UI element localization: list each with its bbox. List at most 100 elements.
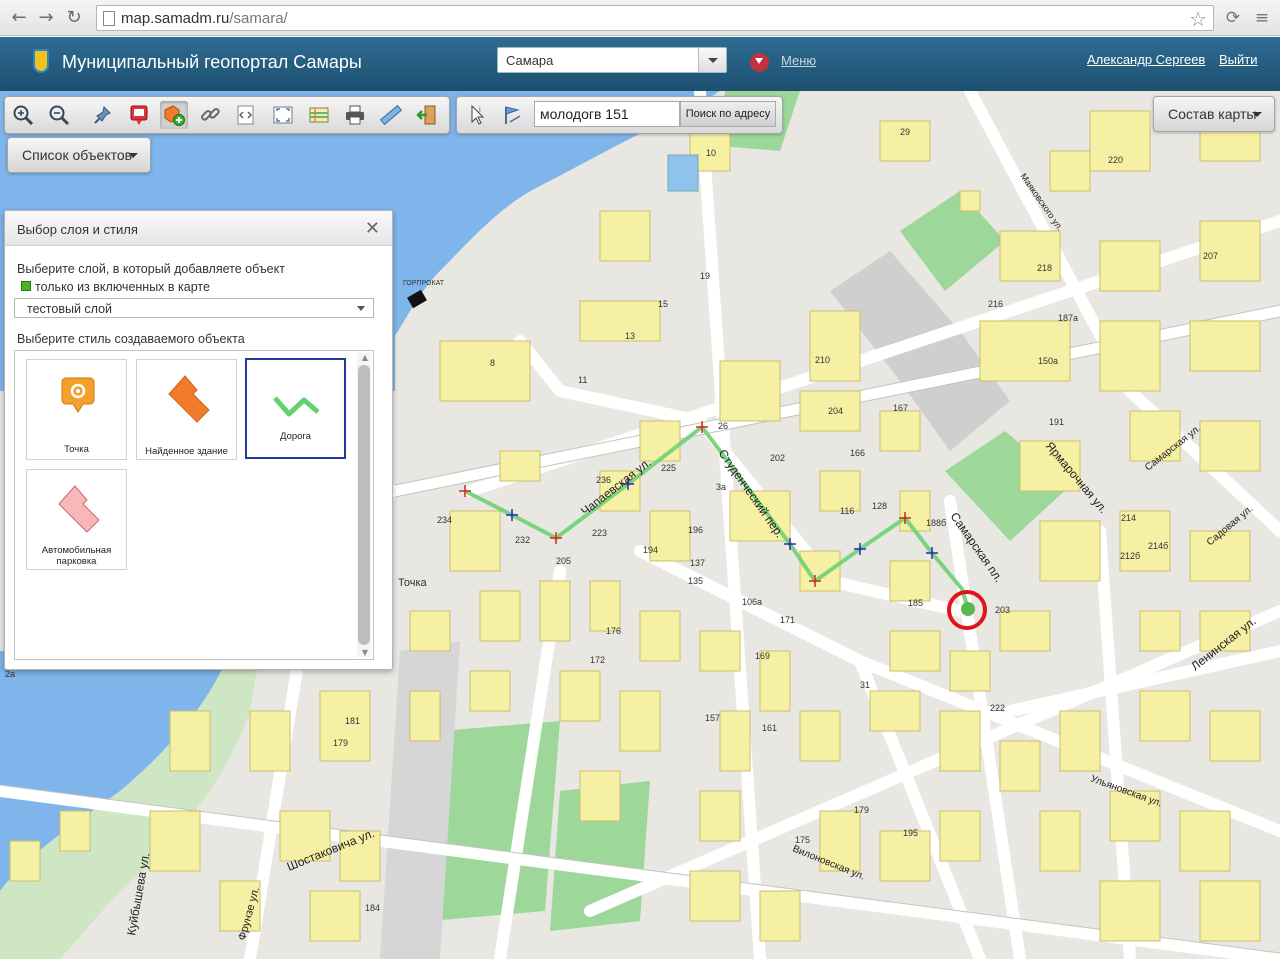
house-number: 150а (1038, 356, 1058, 366)
select-cursor-icon[interactable]: i (463, 101, 491, 129)
house-number: 11 (578, 375, 587, 385)
style-card-point[interactable]: Точка (26, 359, 127, 460)
house-number: 236 (596, 475, 611, 485)
logout-link[interactable]: Выйти (1219, 52, 1258, 67)
house-number: 106а (742, 597, 762, 607)
page-icon (103, 11, 115, 26)
house-number: 218 (1037, 263, 1052, 273)
house-number: 214 (1121, 513, 1136, 523)
point-marker-icon (61, 377, 95, 413)
house-number: 2а (5, 669, 15, 679)
map-content-button[interactable]: Состав карты (1153, 96, 1275, 132)
house-number: 204 (828, 406, 843, 416)
house-number: 175 (795, 835, 810, 845)
house-number: 207 (1203, 251, 1218, 261)
city-select[interactable]: Самара (497, 47, 727, 73)
house-number: 214б (1148, 541, 1168, 551)
map-marker-red-icon[interactable] (125, 101, 153, 129)
house-number: 205 (556, 556, 571, 566)
menu-chevron-icon[interactable] (750, 53, 769, 72)
house-number: 171 (780, 615, 795, 625)
zoom-in-icon[interactable] (9, 101, 37, 129)
caret-down-icon (1252, 112, 1262, 117)
house-number: 202 (770, 453, 785, 463)
map-tools-toolbar (4, 96, 450, 134)
only-enabled-label: только из включенных в карте (35, 280, 210, 294)
house-number: 172 (590, 655, 605, 665)
zoom-out-icon[interactable] (45, 101, 73, 129)
printer-icon[interactable] (341, 101, 369, 129)
only-enabled-checkbox[interactable] (21, 281, 31, 291)
house-number: 13 (625, 331, 635, 341)
house-number: 128 (872, 501, 887, 511)
style-label: Автомобильная парковка (41, 545, 112, 567)
style-card-found-building[interactable]: Найденное здание (136, 359, 237, 460)
scrollbar-thumb[interactable] (358, 365, 370, 645)
house-number: 8 (490, 358, 495, 368)
app-title: Муниципальный геопортал Самары (62, 52, 362, 72)
house-number: 169 (755, 651, 770, 661)
city-select-value: Самара (506, 53, 554, 68)
url-host: map.samadm.ru (121, 10, 230, 27)
url-path: /samara/ (229, 10, 288, 27)
house-number: 212б (1120, 551, 1140, 561)
pin-icon[interactable] (89, 101, 117, 129)
house-number: 135 (688, 576, 703, 586)
forward-arrow-icon[interactable]: → (35, 7, 57, 29)
house-number: 176 (606, 626, 621, 636)
reload-icon[interactable]: ↻ (63, 7, 85, 29)
style-card-parking[interactable]: Автомобильная парковка (26, 469, 127, 570)
embed-code-icon[interactable] (232, 101, 260, 129)
add-object-icon[interactable] (160, 101, 188, 129)
house-number: 166 (850, 448, 865, 458)
house-number: 167 (893, 403, 908, 413)
ruler-icon[interactable] (377, 101, 405, 129)
back-arrow-icon[interactable]: ← (8, 7, 30, 29)
house-number: 191 (1049, 417, 1064, 427)
address-search-input[interactable] (534, 101, 680, 127)
menu-link[interactable]: Меню (781, 53, 816, 68)
extension-icon[interactable]: ⟳ (1222, 7, 1244, 29)
fullscreen-icon[interactable] (269, 101, 297, 129)
map-layers-icon[interactable] (305, 101, 333, 129)
house-number: 31 (860, 680, 870, 690)
house-number: 137 (690, 558, 705, 568)
style-label: Найденное здание (145, 446, 228, 457)
browser-menu-icon[interactable]: ≡ (1251, 7, 1273, 29)
house-number: 116 (840, 506, 854, 516)
road-line-icon (273, 396, 320, 417)
scroll-down-icon[interactable]: ▼ (362, 648, 368, 657)
house-number: 223 (592, 528, 607, 538)
bookmark-star-icon[interactable]: ☆ (1189, 7, 1207, 31)
house-number: 187а (1058, 313, 1078, 323)
house-number: 216 (988, 299, 1003, 309)
address-bar[interactable]: map.samadm.ru/samara/ ☆ (96, 5, 1214, 31)
house-number: 220 (1108, 155, 1123, 165)
exit-door-icon[interactable] (413, 101, 441, 129)
object-list-button[interactable]: Список объектов (7, 137, 151, 173)
route-flag-icon[interactable] (499, 101, 527, 129)
tochka-map-label: Точка (398, 577, 428, 589)
scroll-up-icon[interactable]: ▲ (362, 353, 368, 362)
house-number: 195 (903, 828, 918, 838)
house-number: 194 (643, 545, 658, 555)
chevron-down-icon[interactable] (698, 48, 726, 72)
link-icon[interactable] (196, 101, 224, 129)
map-content-label: Состав карты (1168, 106, 1257, 122)
gorprokat-label: ГОРПРОКАТ (403, 280, 445, 287)
caret-down-icon (128, 153, 138, 158)
house-number: 19 (700, 271, 710, 281)
address-search-button[interactable]: Поиск по адресу (680, 101, 776, 127)
layer-style-panel: Выбор слоя и стиля ✕ Выберите слой, в ко… (4, 210, 393, 670)
layer-select[interactable]: тестовый слой (14, 298, 374, 318)
house-number: 188б (926, 518, 946, 528)
user-name-link[interactable]: Александр Сергеев (1087, 52, 1205, 67)
svg-text:i: i (479, 105, 481, 114)
style-card-road[interactable]: Дорога (245, 358, 346, 459)
panel-header: Выбор слоя и стиля ✕ (5, 211, 392, 246)
house-number: 181 (345, 716, 360, 726)
panel-title: Выбор слоя и стиля (17, 222, 138, 237)
house-number: 161 (762, 723, 777, 733)
house-number: 179 (854, 805, 869, 815)
close-icon[interactable]: ✕ (365, 218, 380, 239)
